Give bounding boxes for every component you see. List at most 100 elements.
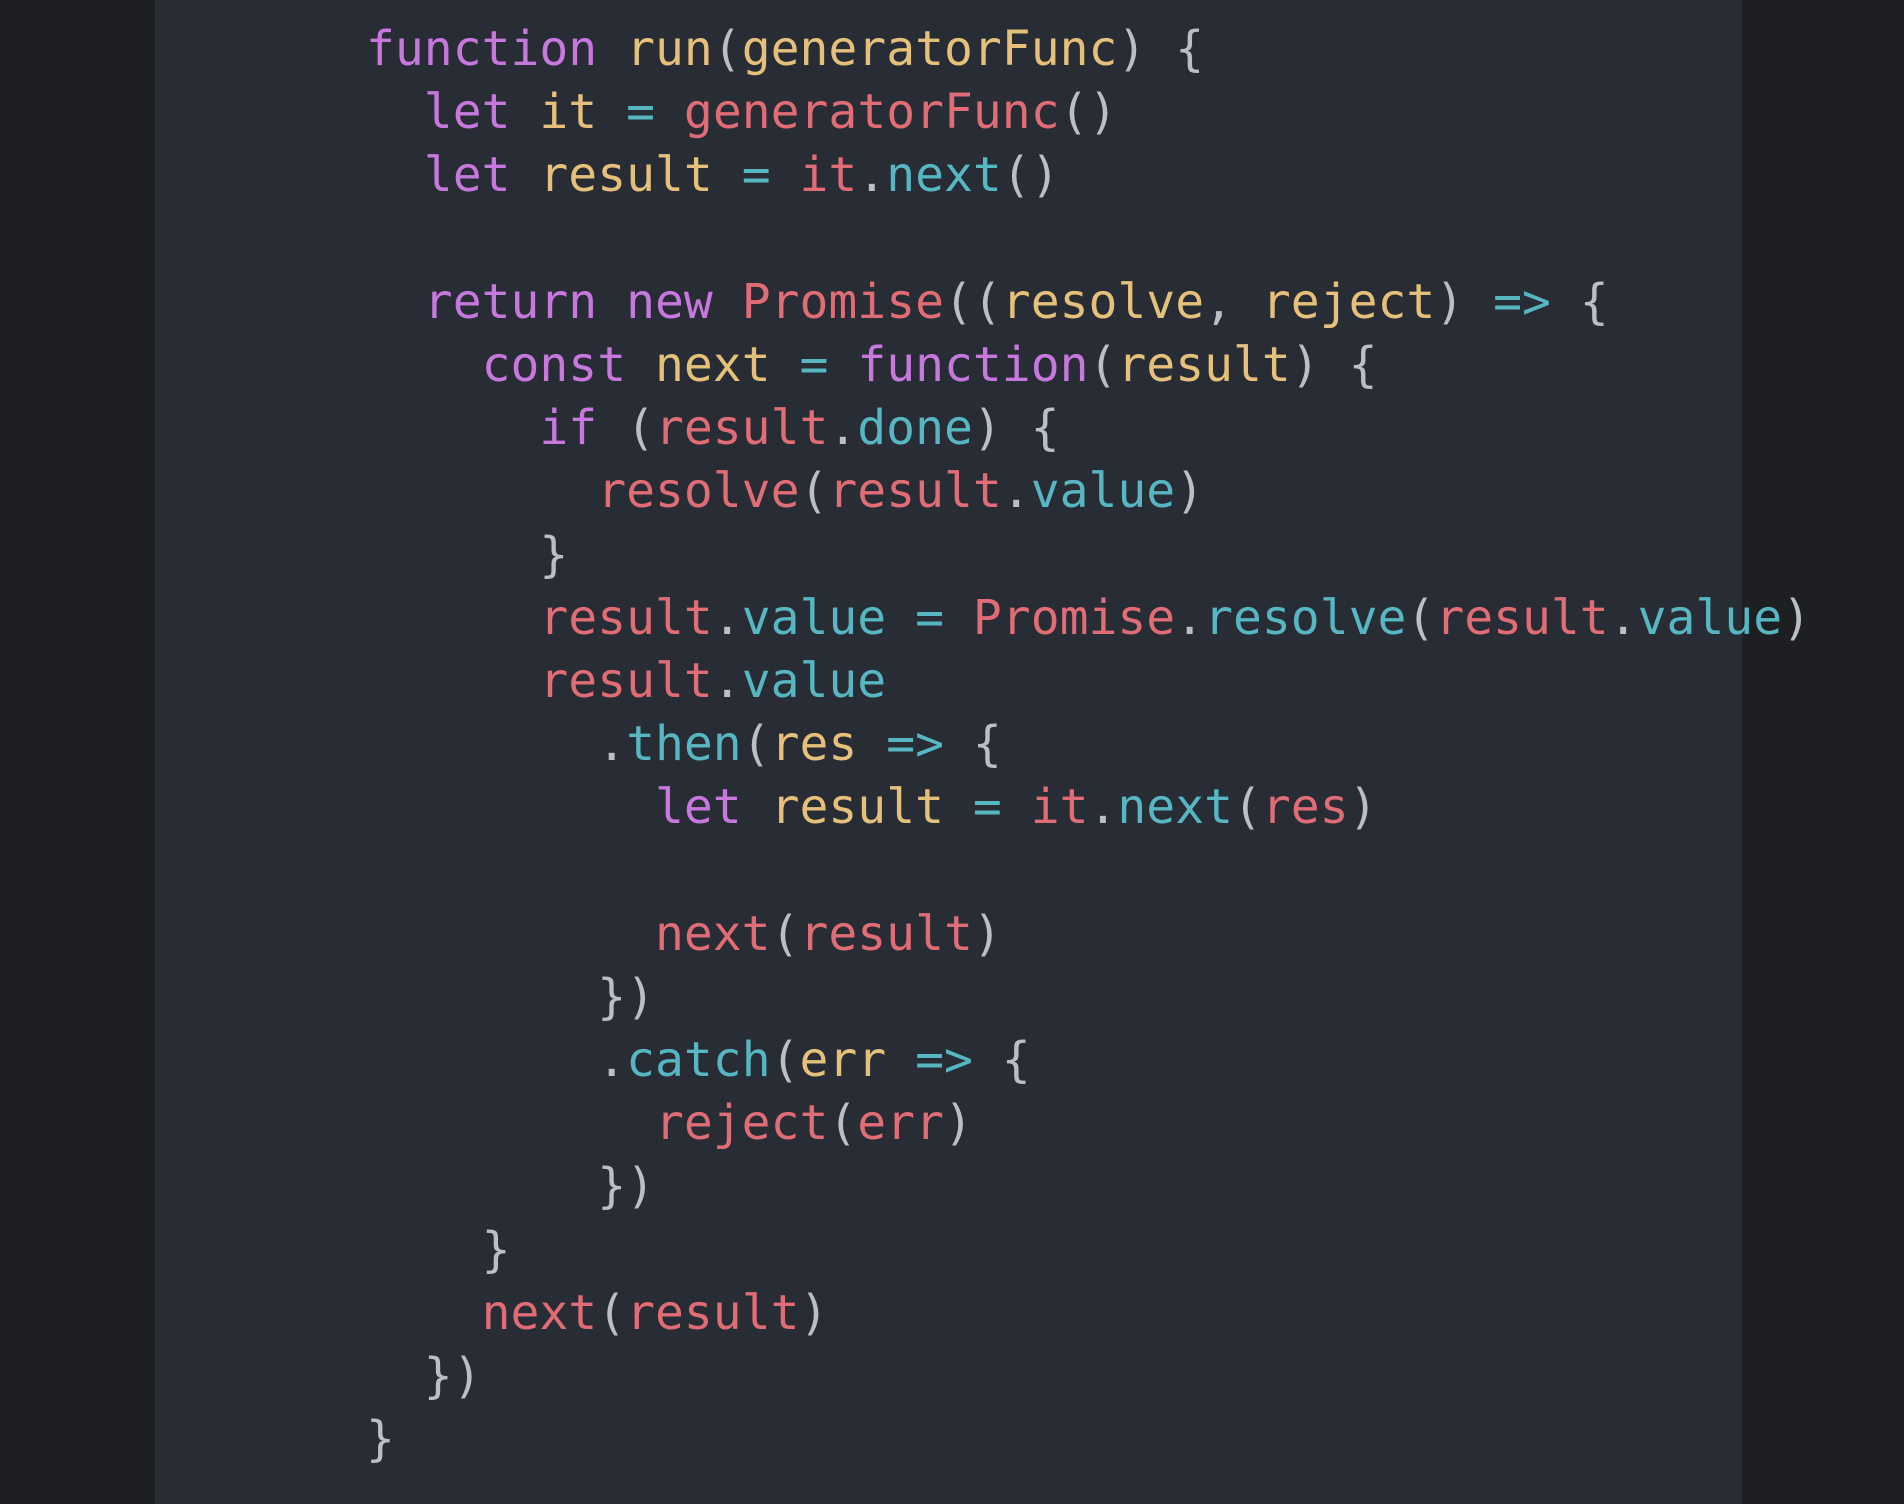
code-token: .: [712, 589, 742, 646]
code-token: =: [741, 147, 771, 204]
code-token: generatorFunc: [683, 84, 1060, 141]
code-line: result.value = Promise.resolve(result.va…: [366, 587, 1811, 650]
code-token: resolve: [597, 463, 800, 520]
code-line: }: [366, 1408, 1811, 1471]
code-token: it: [799, 147, 858, 204]
code-token: ): [1175, 463, 1205, 520]
code-token: .: [366, 716, 627, 773]
code-token: Promise: [972, 589, 1176, 646]
code-token: result: [1117, 336, 1291, 393]
screenshot-stage: function run(generatorFunc) { let it = g…: [0, 0, 1904, 1504]
code-line: let it = generatorFunc(): [366, 81, 1811, 144]
code-token: (: [597, 1284, 627, 1341]
code-token: result: [539, 652, 713, 709]
code-token: err: [799, 1032, 887, 1088]
code-line: }): [366, 966, 1811, 1029]
code-line: reject(err): [366, 1092, 1811, 1155]
code-token: (: [1088, 336, 1118, 393]
code-token: ) {: [1290, 336, 1378, 393]
code-token: Promise: [741, 273, 944, 330]
code-token: ): [972, 905, 1002, 962]
code-token: function: [857, 336, 1089, 393]
code-token: .: [857, 147, 887, 204]
code-token: result: [539, 147, 713, 204]
code-token: {: [1550, 273, 1609, 330]
code-token: .: [1608, 589, 1638, 646]
code-token: catch: [626, 1032, 771, 1088]
code-line: result.value: [366, 650, 1811, 713]
code-token: }): [366, 1347, 482, 1404]
code-token: ): [1435, 273, 1494, 330]
code-token: new: [626, 273, 713, 330]
code-token: result: [539, 589, 713, 646]
code-token: done: [857, 400, 973, 457]
code-token: reject: [654, 1095, 829, 1152]
code-token: .: [366, 1032, 627, 1088]
code-token: .: [828, 400, 858, 457]
code-token: {: [972, 1032, 1031, 1088]
code-line: }): [366, 1345, 1811, 1408]
code-token: res: [1261, 779, 1349, 836]
code-panel: function run(generatorFunc) { let it = g…: [155, 0, 1811, 1504]
code-line: resolve(result.value): [366, 460, 1811, 523]
code-token: res: [770, 716, 858, 773]
code-token: next: [654, 905, 771, 962]
code-token: (: [770, 905, 800, 962]
code-token: (: [1406, 589, 1436, 646]
code-token: }): [366, 1158, 655, 1215]
code-token: run: [626, 21, 713, 77]
code-token: then: [626, 716, 742, 773]
code-token: resolve: [1001, 273, 1205, 330]
code-token: result: [1435, 589, 1609, 646]
code-line: .catch(err => {: [366, 1029, 1811, 1092]
code-line: next(result): [366, 1282, 1811, 1345]
code-line: function run(generatorFunc) {: [366, 18, 1811, 81]
code-line: let result = it.next(res): [366, 776, 1811, 839]
code-token: }: [366, 526, 569, 583]
code-token: err: [857, 1095, 944, 1152]
code-token: =: [915, 589, 944, 646]
code-token: ,: [1204, 273, 1262, 330]
code-token: result: [799, 905, 973, 962]
code-token: let: [423, 147, 511, 204]
code-token: (): [1059, 84, 1118, 141]
code-token: value: [1030, 463, 1176, 520]
code-token: =>: [886, 716, 944, 773]
code-block: function run(generatorFunc) { let it = g…: [366, 18, 1811, 1471]
code-line: if (result.done) {: [366, 397, 1811, 460]
code-token: }): [366, 968, 655, 1025]
code-token: if: [539, 400, 598, 457]
code-token: }: [366, 1221, 511, 1278]
code-token: value: [741, 652, 887, 709]
code-token: =>: [915, 1032, 973, 1088]
code-token: result: [770, 779, 944, 836]
code-token: next: [481, 1284, 598, 1341]
code-token: next: [655, 336, 771, 393]
code-token: value: [1637, 589, 1783, 646]
code-token: let: [423, 84, 511, 141]
code-token: (: [799, 463, 829, 520]
code-token: ) {: [972, 400, 1060, 457]
